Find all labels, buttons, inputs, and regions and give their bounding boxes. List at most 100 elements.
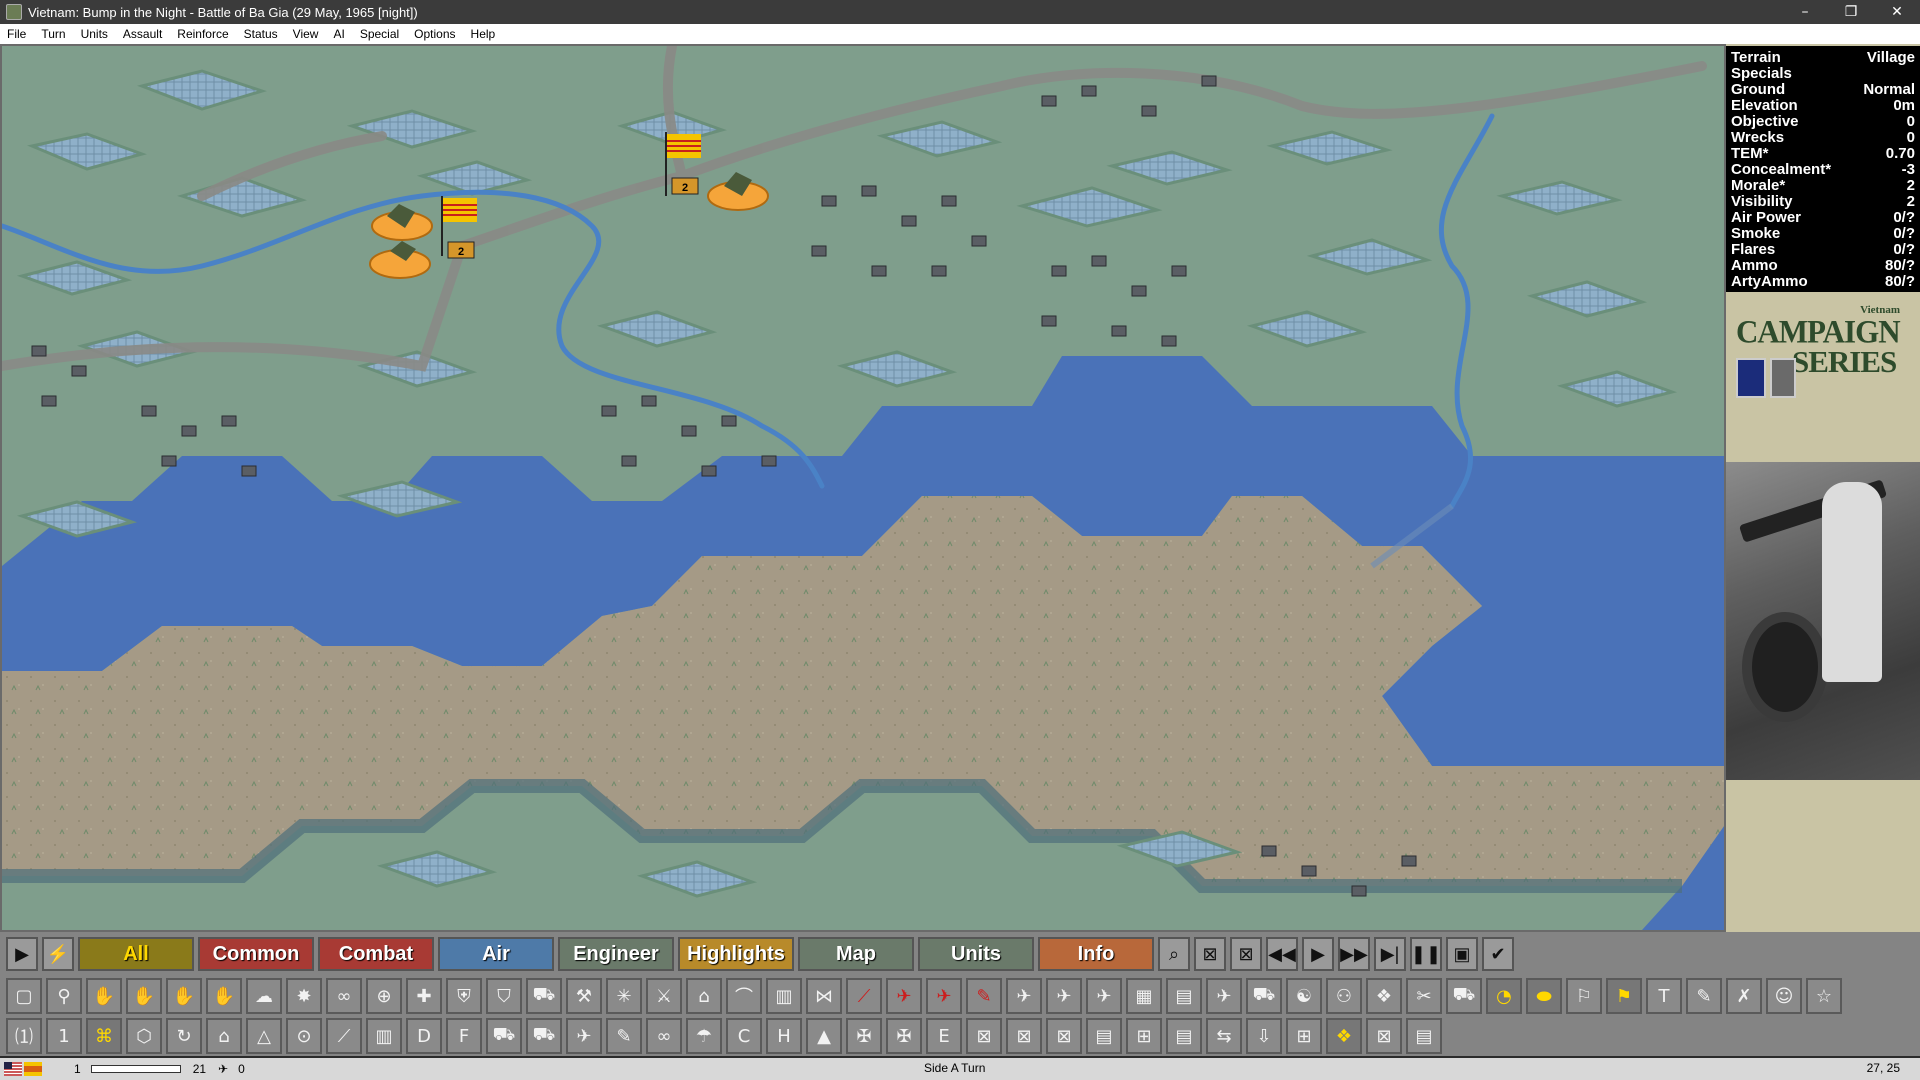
- air-strike-icon[interactable]: ✈: [1006, 978, 1042, 1014]
- building-icon[interactable]: ▥: [366, 1018, 402, 1054]
- tab-highlights[interactable]: Highlights: [678, 937, 794, 971]
- restore-button[interactable]: ❐: [1828, 0, 1874, 24]
- menu-ai[interactable]: AI: [326, 27, 352, 41]
- wrench-icon[interactable]: ⚒: [566, 978, 602, 1014]
- play-icon[interactable]: ▶: [6, 937, 38, 971]
- arrows-icon[interactable]: ⇆: [1206, 1018, 1242, 1054]
- flag-outline-icon[interactable]: ⚐: [1566, 978, 1602, 1014]
- map-toggle-icon[interactable]: ⌘: [86, 1018, 122, 1054]
- cross-hex-icon[interactable]: ✠: [846, 1018, 882, 1054]
- cancel-box-icon[interactable]: ⊠: [1366, 1018, 1402, 1054]
- menu-turn[interactable]: Turn: [34, 27, 73, 41]
- zoom-in-icon[interactable]: ⊠: [1230, 937, 1262, 971]
- skip-end-icon[interactable]: ▶|: [1374, 937, 1406, 971]
- menu-view[interactable]: View: [286, 27, 327, 41]
- tab-engineer[interactable]: Engineer: [558, 937, 674, 971]
- expand-icon[interactable]: ⊠: [1046, 1018, 1082, 1054]
- flag-icon[interactable]: ⚑: [1606, 978, 1642, 1014]
- hq-icon[interactable]: H: [766, 1018, 802, 1054]
- c-icon[interactable]: C: [726, 1018, 762, 1054]
- truck-alt-icon[interactable]: ⛟: [486, 1018, 522, 1054]
- air-recon-icon[interactable]: ✈: [1086, 978, 1122, 1014]
- org-chart-icon[interactable]: ⊞: [1286, 1018, 1322, 1054]
- tab-air[interactable]: Air: [438, 937, 554, 971]
- menu-options[interactable]: Options: [407, 27, 463, 41]
- air-mission-icon[interactable]: ✈: [1206, 978, 1242, 1014]
- close-button[interactable]: ✕: [1874, 0, 1920, 24]
- bridge-icon[interactable]: ⌒: [726, 978, 762, 1014]
- menu-help[interactable]: Help: [464, 27, 504, 41]
- group-select-icon[interactable]: ☺: [1766, 978, 1802, 1014]
- helicopter-icon[interactable]: ✈: [926, 978, 962, 1014]
- fire-icon[interactable]: ✋: [86, 978, 122, 1014]
- document-icon[interactable]: ▤: [1086, 1018, 1122, 1054]
- hex-number-icon[interactable]: ⑴: [6, 1018, 42, 1054]
- tab-common[interactable]: Common: [198, 937, 314, 971]
- pyramid-icon[interactable]: ▲: [806, 1018, 842, 1054]
- cluster-icon[interactable]: ❖: [1366, 978, 1402, 1014]
- play-forward-icon[interactable]: ▶: [1302, 937, 1334, 971]
- units-cluster-icon[interactable]: ❖: [1326, 1018, 1362, 1054]
- mine-icon[interactable]: ✳: [606, 978, 642, 1014]
- terrain-icon[interactable]: ⌂: [206, 1018, 242, 1054]
- transport-icon[interactable]: ⛟: [1446, 978, 1482, 1014]
- aircraft-icon[interactable]: ✈: [886, 978, 922, 1014]
- fast-forward-icon[interactable]: ▶▶: [1338, 937, 1370, 971]
- missile-icon[interactable]: ✎: [606, 1018, 642, 1054]
- x-box-icon[interactable]: ⊠: [966, 1018, 1002, 1054]
- parachute-icon[interactable]: ☂: [686, 1018, 722, 1054]
- save-icon[interactable]: ▣: [1446, 937, 1478, 971]
- add-icon[interactable]: ⊞: [1126, 1018, 1162, 1054]
- binoculars-alt-icon[interactable]: ∞: [646, 1018, 682, 1054]
- plane-icon[interactable]: ✈: [566, 1018, 602, 1054]
- tab-info[interactable]: Info: [1038, 937, 1154, 971]
- explosion-icon[interactable]: ✸: [286, 978, 322, 1014]
- bomb-icon[interactable]: ✎: [966, 978, 1002, 1014]
- hand-icon[interactable]: ✋: [206, 978, 242, 1014]
- assault-icon[interactable]: ✋: [126, 978, 162, 1014]
- shrink-icon[interactable]: ⊠: [1006, 1018, 1042, 1054]
- vehicle-icon[interactable]: ⛟: [526, 978, 562, 1014]
- star-icon[interactable]: ☆: [1806, 978, 1842, 1014]
- plus-cross-icon[interactable]: ✠: [886, 1018, 922, 1054]
- disc-icon[interactable]: ⬬: [1526, 978, 1562, 1014]
- ef-icon[interactable]: E: [926, 1018, 962, 1054]
- tab-combat[interactable]: Combat: [318, 937, 434, 971]
- rifle-icon[interactable]: ⟋: [846, 978, 882, 1014]
- fortify-icon[interactable]: ▥: [766, 978, 802, 1014]
- elevation-icon[interactable]: △: [246, 1018, 282, 1054]
- text-icon[interactable]: T: [1646, 978, 1682, 1014]
- binoculars-icon[interactable]: ∞: [326, 978, 362, 1014]
- air-drop-icon[interactable]: ✈: [1046, 978, 1082, 1014]
- menu-reinforce[interactable]: Reinforce: [170, 27, 236, 41]
- report-icon[interactable]: ▤: [1406, 1018, 1442, 1054]
- smoke-icon[interactable]: ☁: [246, 978, 282, 1014]
- hex-info-icon[interactable]: ▢: [6, 978, 42, 1014]
- wire-icon[interactable]: ⋈: [806, 978, 842, 1014]
- checkmark-icon[interactable]: ✔: [1482, 937, 1514, 971]
- grid-icon[interactable]: ▦: [1126, 978, 1162, 1014]
- arrow-down-icon[interactable]: ⇩: [1246, 1018, 1282, 1054]
- cross-icon[interactable]: ✗: [1726, 978, 1762, 1014]
- strike-icon[interactable]: ✂: [1406, 978, 1442, 1014]
- menu-special[interactable]: Special: [353, 27, 407, 41]
- target-icon[interactable]: ⊕: [366, 978, 402, 1014]
- bunker-icon[interactable]: ⌂: [686, 978, 722, 1014]
- note-icon[interactable]: ✎: [1686, 978, 1722, 1014]
- hex-grid-icon[interactable]: ⬡: [126, 1018, 162, 1054]
- shield-plus-icon[interactable]: ⛨: [446, 978, 482, 1014]
- menu-units[interactable]: Units: [74, 27, 116, 41]
- minimize-button[interactable]: –: [1782, 0, 1828, 24]
- direct-fire-icon[interactable]: ✋: [166, 978, 202, 1014]
- menu-assault[interactable]: Assault: [116, 27, 170, 41]
- gauge-icon[interactable]: ◔: [1486, 978, 1522, 1014]
- stack-icon[interactable]: ▤: [1166, 978, 1202, 1014]
- hex-map[interactable]: 2 2: [0, 44, 1726, 932]
- formation-icon[interactable]: ⚇: [1326, 978, 1362, 1014]
- road-icon[interactable]: ⟋: [326, 1018, 362, 1054]
- pause-icon[interactable]: ❚❚: [1410, 937, 1442, 971]
- f-icon[interactable]: F: [446, 1018, 482, 1054]
- d-icon[interactable]: D: [406, 1018, 442, 1054]
- tab-all[interactable]: All: [78, 937, 194, 971]
- magnifier-icon[interactable]: ⌕: [1158, 937, 1190, 971]
